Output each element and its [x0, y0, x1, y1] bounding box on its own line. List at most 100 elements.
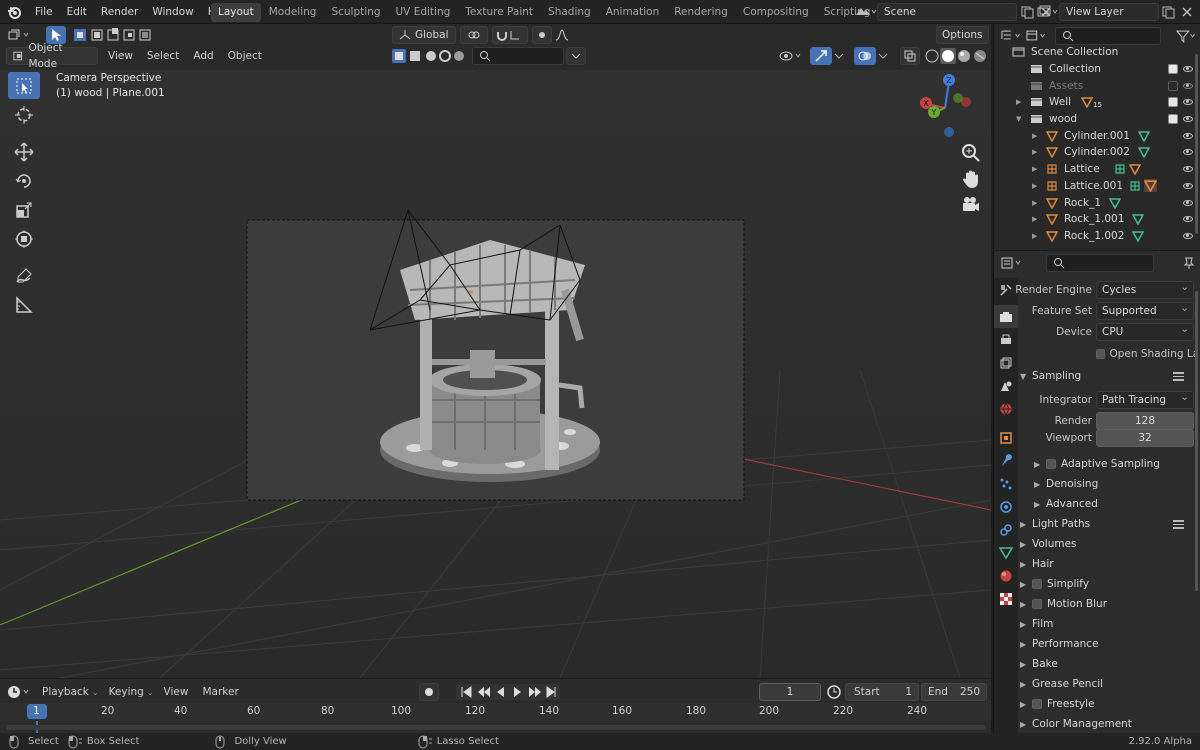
expand-arrow-icon[interactable]: ▶	[1032, 215, 1046, 223]
properties-scrollbar[interactable]	[1195, 291, 1198, 591]
freestyle-checkbox[interactable]	[1032, 699, 1042, 709]
object-mode-dropdown[interactable]: Object Mode	[6, 42, 98, 70]
timeline-menu-keying[interactable]: Keying	[109, 686, 144, 698]
copy-view-layer-icon[interactable]	[1159, 4, 1179, 20]
navigation-gizmo[interactable]: Z X Y	[910, 70, 980, 140]
delete-view-layer-icon[interactable]	[1179, 4, 1195, 20]
tool-cursor[interactable]	[8, 101, 40, 128]
performance-panel[interactable]: ▶ Performance	[1020, 634, 1194, 654]
motion-blur-checkbox[interactable]	[1032, 599, 1042, 609]
tab-data[interactable]	[994, 541, 1018, 564]
visibility-eye-icon[interactable]	[1183, 182, 1193, 189]
chevron-down-icon[interactable]	[876, 48, 890, 64]
tab-output[interactable]	[994, 328, 1018, 351]
viewport-menu-view[interactable]: View	[108, 50, 133, 62]
expand-arrow-icon[interactable]: ▶	[1032, 165, 1046, 173]
collection-include-checkbox[interactable]	[1168, 97, 1178, 108]
simplify-panel[interactable]: ▶ Simplify	[1020, 574, 1194, 594]
snap-button[interactable]	[492, 26, 528, 44]
view-layer-field[interactable]: View Layer	[1059, 3, 1159, 21]
sampling-panel-header[interactable]: ▼ Sampling	[1020, 366, 1194, 386]
integrator-dropdown[interactable]: Path Tracing	[1096, 391, 1194, 409]
collapse-arrow-icon[interactable]: ▼	[1016, 115, 1030, 123]
proportional-falloff-button[interactable]	[552, 26, 572, 44]
viewport-menu-select[interactable]: Select	[147, 50, 179, 62]
filter-dropdown-button[interactable]	[566, 47, 586, 65]
tab-layout[interactable]: Layout	[211, 3, 261, 22]
menu-render[interactable]: Render	[94, 0, 145, 24]
collection-include-checkbox[interactable]	[1168, 114, 1178, 125]
gizmo-toggle-button[interactable]	[810, 47, 832, 65]
visibility-eye-icon[interactable]	[1183, 216, 1193, 223]
expand-arrow-icon[interactable]: ▶	[1016, 98, 1030, 106]
outliner-row-wood[interactable]: ▼ wood	[994, 111, 1200, 128]
presets-list-icon[interactable]	[1173, 519, 1184, 529]
options-dropdown[interactable]: Options	[936, 26, 989, 44]
timeline-menu-playback[interactable]: Playback	[42, 686, 89, 698]
color-management-panel[interactable]: ▶ Color Management	[1020, 714, 1194, 734]
outliner-row-lattice[interactable]: ▶ Lattice	[994, 161, 1200, 178]
pan-hand-icon[interactable]	[960, 168, 982, 190]
outliner-row-well[interactable]: ▶ Well 15	[994, 94, 1200, 111]
freestyle-panel[interactable]: ▶ Freestyle	[1020, 694, 1194, 714]
scene-selector[interactable]: Scene	[853, 3, 1053, 21]
outliner-row-rock-1-001[interactable]: ▶ Rock_1.001	[994, 211, 1200, 228]
visibility-eye-icon[interactable]	[1183, 66, 1193, 73]
timeline-clock-icon[interactable]	[6, 684, 34, 700]
viewport-search-input[interactable]	[472, 47, 564, 65]
film-panel[interactable]: ▶ Film	[1020, 614, 1194, 634]
bake-panel[interactable]: ▶ Bake	[1020, 654, 1194, 674]
open-shading-checkbox[interactable]	[1096, 348, 1105, 359]
tool-select-box[interactable]	[8, 72, 40, 99]
timeline-menu-marker[interactable]: Marker	[202, 686, 238, 698]
tab-animation[interactable]: Animation	[599, 3, 667, 22]
expand-arrow-icon[interactable]: ▶	[1032, 182, 1046, 190]
visibility-eye-icon[interactable]	[1183, 132, 1193, 139]
advanced-subpanel[interactable]: ▶ Advanced	[1034, 494, 1194, 514]
expand-arrow-icon[interactable]: ▶	[1032, 148, 1046, 156]
tab-rendering[interactable]: Rendering	[667, 3, 735, 22]
tool-rotate[interactable]	[8, 167, 40, 194]
tab-object[interactable]	[994, 426, 1018, 449]
blender-logo-icon[interactable]	[6, 4, 22, 20]
outliner-row-cylinder-002[interactable]: ▶ Cylinder.002	[994, 144, 1200, 161]
overlays-toggle-button[interactable]	[854, 47, 876, 65]
collection-include-checkbox[interactable]	[1168, 80, 1178, 91]
tab-uv-editing[interactable]: UV Editing	[389, 3, 458, 22]
zoom-icon[interactable]	[960, 142, 982, 164]
visibility-eye-icon[interactable]	[1183, 149, 1193, 156]
viewport-menu-object[interactable]: Object	[228, 50, 262, 62]
render-engine-dropdown[interactable]: Cycles	[1096, 281, 1194, 299]
3d-viewport[interactable]: Camera Perspective (1) wood | Plane.001 …	[0, 70, 991, 678]
open-shading-row[interactable]: Open Shading Lan...	[1096, 344, 1196, 363]
outliner-row-collection[interactable]: Collection	[994, 61, 1200, 78]
grease-pencil-panel[interactable]: ▶ Grease Pencil	[1020, 674, 1194, 694]
view-layer-selector[interactable]: View Layer	[1035, 3, 1195, 21]
start-frame-field[interactable]: Start 1	[845, 683, 919, 701]
outliner-row-scene-collection[interactable]: Scene Collection	[994, 44, 1200, 61]
outliner-row-cylinder-001[interactable]: ▶ Cylinder.001	[994, 127, 1200, 144]
motion-blur-panel[interactable]: ▶ Motion Blur	[1020, 594, 1194, 614]
viewport-shading-icons[interactable]	[924, 48, 994, 64]
hair-panel[interactable]: ▶ Hair	[1020, 554, 1194, 574]
adaptive-sampling-subpanel[interactable]: ▶ Adaptive Sampling	[1034, 454, 1194, 474]
timeline-menu-view[interactable]: View	[164, 686, 189, 698]
playback-controls[interactable]	[456, 684, 562, 700]
timeline-ruler[interactable]: 1 20 40 60 80 100 120 140 160 180 200 22…	[0, 703, 991, 721]
visibility-eye-icon[interactable]	[1183, 166, 1193, 173]
chevron-down-icon[interactable]	[832, 48, 846, 64]
scene-name-field[interactable]: Scene	[877, 3, 1017, 21]
outliner-row-rock-1[interactable]: ▶ Rock_1	[994, 194, 1200, 211]
tab-sculpting[interactable]: Sculpting	[324, 3, 387, 22]
pin-icon[interactable]	[1182, 256, 1196, 270]
light-paths-panel[interactable]: ▶ Light Paths	[1020, 514, 1194, 534]
menu-window[interactable]: Window	[145, 0, 200, 24]
visibility-eye-icon[interactable]	[1183, 82, 1193, 89]
collection-include-checkbox[interactable]	[1168, 64, 1178, 75]
proportional-edit-button[interactable]	[532, 26, 552, 44]
visibility-eye-icon[interactable]	[1183, 232, 1193, 239]
visibility-eye-icon[interactable]	[778, 48, 806, 64]
tool-annotate[interactable]	[8, 262, 40, 289]
tab-modeling[interactable]: Modeling	[262, 3, 324, 22]
outliner-row-assets[interactable]: Assets	[994, 77, 1200, 94]
